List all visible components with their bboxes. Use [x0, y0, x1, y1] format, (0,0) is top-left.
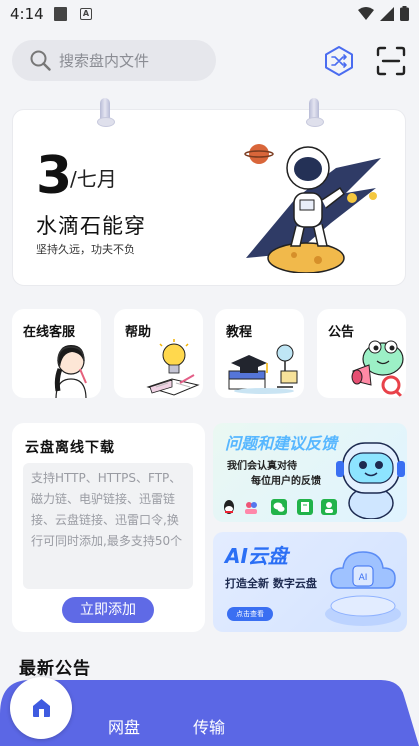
feedback-banner[interactable]: 问题和建议反馈 我们会认真对待 每位用户的反馈 [213, 423, 407, 522]
offline-download-title: 云盘离线下载 [25, 440, 115, 456]
ai-banner-title: AI云盘 [225, 544, 288, 568]
cloud-3d-icon: AI [325, 551, 401, 626]
shuffle-button[interactable] [323, 45, 355, 77]
nav-cloud-drive[interactable]: 网盘 [108, 714, 140, 738]
tile-announcement[interactable]: 公告 [317, 309, 406, 398]
astronaut-illustration [244, 144, 381, 273]
search-icon [30, 50, 51, 71]
search-bar[interactable]: 搜索盘内文件 [12, 40, 216, 81]
nav-home-button[interactable] [10, 677, 72, 739]
robot-mascot-icon [336, 442, 405, 519]
tile-tutorial[interactable]: 教程 [215, 309, 304, 398]
tile-customer-service[interactable]: 在线客服 [12, 309, 101, 398]
offline-download-card: 云盘离线下载 支持HTTP、HTTPS、FTP、磁力链、电驴链接、迅雷链接、云盘… [12, 423, 205, 632]
ai-cloud-banner[interactable]: AI云盘 打造全新 数字云盘 点击查看 AI [213, 532, 407, 632]
ai-banner-cta[interactable]: 点击查看 [227, 607, 273, 621]
offline-download-input[interactable]: 支持HTTP、HTTPS、FTP、磁力链、电驴链接、迅雷链接、云盘链接、迅雷口令… [23, 463, 193, 589]
calendar-month: /七月 [70, 167, 117, 191]
tile-label: 在线客服 [23, 325, 76, 340]
search-placeholder: 搜索盘内文件 [59, 52, 150, 70]
megaphone-icon [351, 340, 404, 398]
scan-button[interactable] [375, 45, 407, 77]
notification-icon [54, 7, 67, 21]
home-icon [33, 699, 50, 717]
qq-icon [224, 500, 234, 514]
calendar-day: 3 [36, 146, 73, 206]
calendar-subquote: 坚持久远，功夫不负 [36, 243, 135, 256]
user-green-icon [321, 499, 337, 515]
wechat-icon [271, 499, 287, 515]
ai-banner-subtitle: 打造全新 数字云盘 [225, 577, 317, 590]
add-now-button[interactable]: 立即添加 [62, 597, 154, 623]
calendar-ring-left [97, 98, 115, 127]
battery-icon [400, 6, 409, 21]
feedback-banner-line1: 我们会认真对待 [227, 461, 297, 472]
status-bar: 4:14 A [0, 0, 419, 30]
signal-icon [380, 6, 394, 21]
feedback-banner-title: 问题和建议反馈 [225, 434, 338, 453]
calendar-ring-right [306, 98, 324, 127]
lightbulb-icon [146, 339, 200, 396]
svg-text:AI: AI [359, 573, 368, 583]
keyboard-a-icon: A [80, 8, 92, 20]
graduation-cap-icon [228, 344, 298, 394]
calendar-quote: 水滴石能穿 [36, 214, 146, 238]
note-icon [297, 499, 313, 515]
contacts-icon [245, 502, 257, 514]
customer-service-icon [54, 345, 87, 398]
wifi-icon [358, 6, 374, 20]
tile-help[interactable]: 帮助 [114, 309, 203, 398]
tile-label: 教程 [226, 325, 253, 340]
feedback-banner-line2: 每位用户的反馈 [251, 476, 321, 487]
nav-transfer[interactable]: 传输 [193, 714, 225, 738]
status-time: 4:14 [10, 5, 44, 23]
